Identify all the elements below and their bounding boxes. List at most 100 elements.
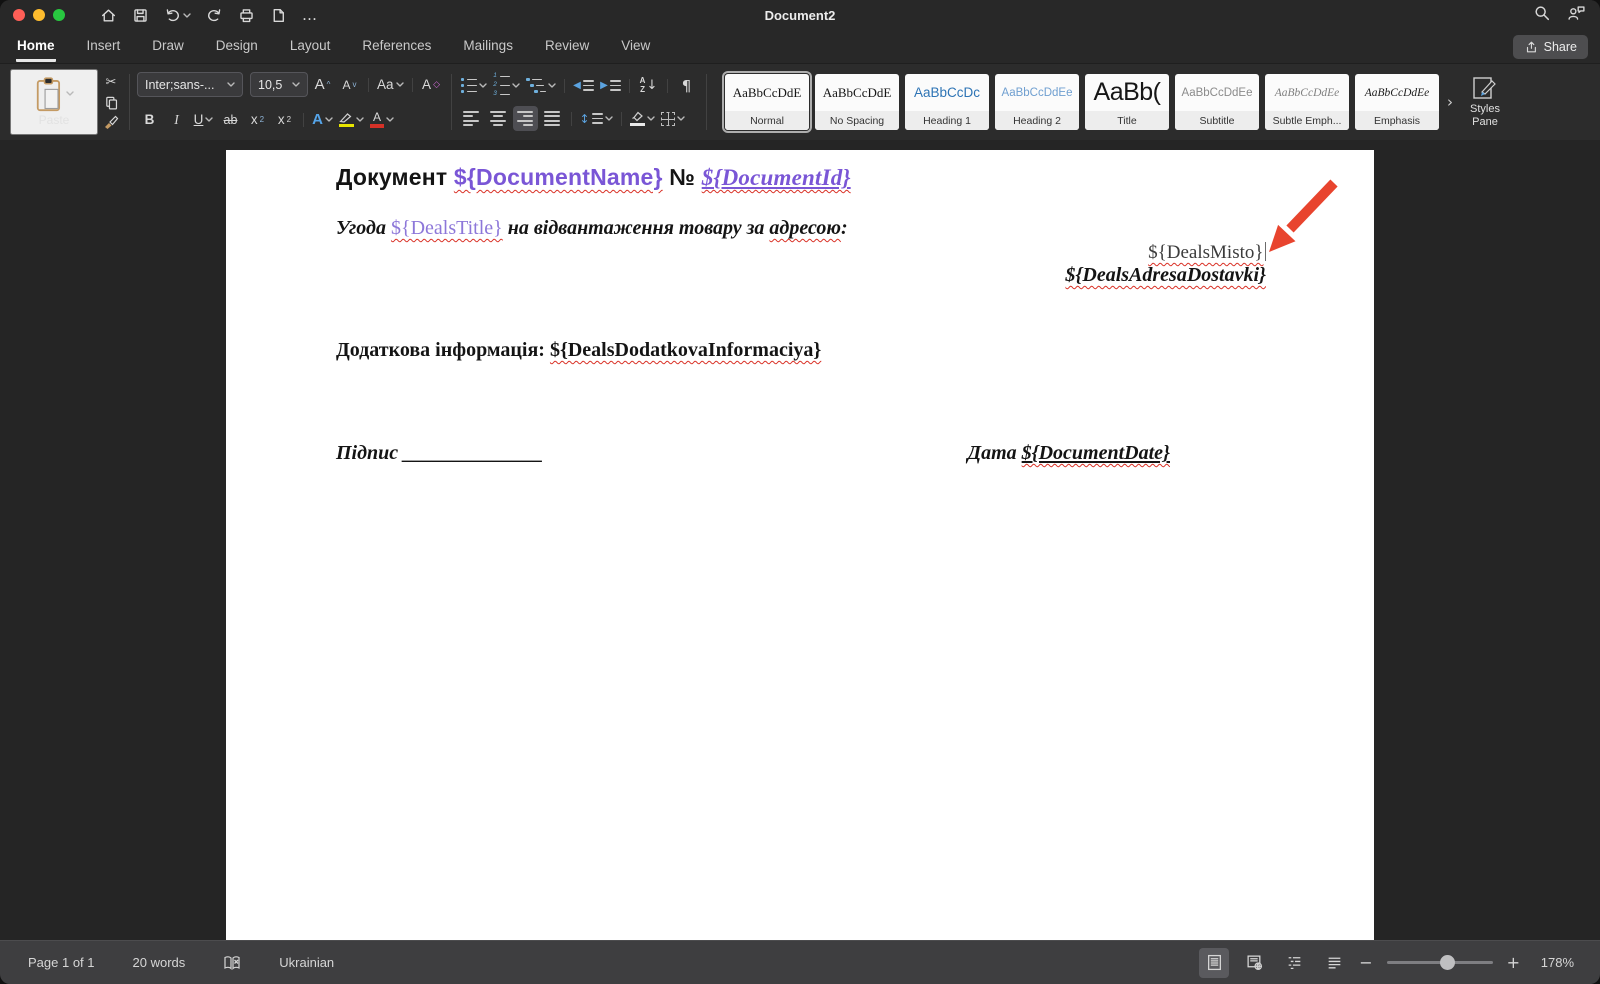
sort-button[interactable]: A Z ↓	[636, 73, 661, 98]
copy-button[interactable]	[100, 92, 122, 112]
search-icon[interactable]	[1533, 4, 1551, 27]
zoom-slider[interactable]	[1386, 954, 1493, 970]
style-title[interactable]: AaBb( Title	[1085, 74, 1170, 130]
italic-button[interactable]: I	[164, 107, 189, 132]
misspelled-word: адресою	[769, 217, 841, 239]
grow-font-button[interactable]: A ^	[310, 72, 335, 97]
tab-mailings[interactable]: Mailings	[462, 31, 514, 62]
align-right-button[interactable]	[512, 106, 538, 131]
decrease-indent-button[interactable]: ◀	[571, 73, 596, 98]
style-subtitle[interactable]: AaBbCcDdEe Subtitle	[1175, 74, 1260, 130]
justify-button[interactable]	[540, 106, 565, 131]
tab-view[interactable]: View	[620, 31, 651, 62]
paste-button[interactable]: Paste	[10, 69, 98, 135]
bullets-chevron-icon	[478, 83, 487, 88]
subscript-button[interactable]: x2	[245, 107, 270, 132]
sort-icon: A Z ↓	[639, 76, 658, 94]
style-heading-1[interactable]: AaBbCcDc Heading 1	[905, 74, 990, 130]
line-spacing-icon: ↕	[580, 112, 603, 126]
language-status[interactable]: Ukrainian	[279, 955, 334, 970]
page-count-status[interactable]: Page 1 of 1	[28, 955, 95, 970]
superscript-button[interactable]: x2	[272, 107, 297, 132]
increase-indent-button[interactable]: ▶	[598, 73, 623, 98]
multilevel-list-button[interactable]	[524, 73, 558, 98]
heading-numero: №	[662, 164, 702, 190]
numbering-icon: 1 2 3	[493, 73, 511, 98]
tab-references[interactable]: References	[361, 31, 432, 62]
tab-layout[interactable]: Layout	[289, 31, 332, 62]
tab-insert[interactable]: Insert	[86, 31, 122, 62]
shading-chevron-icon	[646, 116, 655, 121]
doc-misto-line[interactable]: ${DealsMisto}	[336, 242, 1266, 264]
placeholder-document-id: ${DocumentId}	[701, 165, 851, 190]
underline-chevron-icon	[205, 117, 214, 122]
tab-review[interactable]: Review	[544, 31, 590, 62]
zoom-out-button[interactable]: −	[1359, 953, 1372, 972]
share-icon	[1526, 41, 1536, 53]
cut-button[interactable]: ✂	[100, 72, 122, 92]
print-layout-icon	[1207, 954, 1221, 971]
align-center-button[interactable]	[486, 106, 511, 131]
line-spacing-button[interactable]: ↕	[578, 106, 615, 131]
show-paragraph-marks-button[interactable]: ¶	[674, 73, 699, 98]
font-name-value: Inter;sans-...	[145, 77, 215, 92]
statusbar: Page 1 of 1 20 words Ukrainian − + 178%	[0, 940, 1600, 984]
strikethrough-button[interactable]: ab	[218, 107, 243, 132]
zoom-level[interactable]: 178%	[1530, 955, 1574, 970]
paste-options-chevron-icon	[65, 91, 74, 96]
underline-button[interactable]: U	[191, 107, 216, 132]
text-effects-button[interactable]: A	[310, 107, 335, 132]
tab-design[interactable]: Design	[215, 31, 259, 62]
style-subtle-emphasis[interactable]: AaBbCcDdEe Subtle Emph...	[1265, 74, 1350, 130]
paste-clipboard-icon	[36, 77, 60, 112]
document-page[interactable]: Документ ${DocumentName} № ${DocumentId}…	[226, 150, 1374, 940]
outline-view-button[interactable]	[1279, 948, 1309, 978]
change-case-button[interactable]: Aa	[375, 72, 406, 97]
zoom-slider-thumb[interactable]	[1439, 954, 1455, 970]
tab-draw[interactable]: Draw	[151, 31, 185, 62]
change-case-chevron-icon	[395, 82, 404, 87]
placeholder-document-name: ${DocumentName}	[453, 164, 663, 190]
style-heading-2[interactable]: AaBbCcDdEe Heading 2	[995, 74, 1080, 130]
outline-view-icon	[1288, 957, 1301, 969]
font-name-combobox[interactable]: Inter;sans-...	[137, 72, 243, 97]
shrink-font-button[interactable]: Av	[337, 72, 362, 97]
zoom-in-button[interactable]: +	[1507, 953, 1520, 972]
placeholder-deals-misto: ${DealsMisto}	[1148, 242, 1264, 263]
style-emphasis[interactable]: AaBbCcDdEe Emphasis	[1355, 74, 1440, 130]
tab-home[interactable]: Home	[16, 31, 56, 62]
align-left-button[interactable]	[459, 106, 484, 131]
word-count-status[interactable]: 20 words	[133, 955, 186, 970]
style-no-spacing[interactable]: AaBbCcDdE No Spacing	[815, 74, 900, 130]
line-spacing-chevron-icon	[604, 116, 613, 121]
shading-button[interactable]	[628, 106, 657, 131]
doc-dodatkova-line[interactable]: Додаткова інформація: ${DealsDodatkovaIn…	[336, 339, 1266, 362]
doc-signature-line[interactable]: Підпис ______________ Дата ${DocumentDat…	[336, 442, 1266, 465]
signature-right: Дата ${DocumentDate}	[967, 442, 1170, 464]
clear-formatting-button[interactable]: A ◇	[419, 72, 444, 97]
format-painter-button[interactable]	[100, 112, 122, 132]
multilevel-list-icon	[526, 77, 547, 94]
heading-text: Документ	[336, 164, 454, 190]
borders-button[interactable]	[659, 106, 687, 131]
contacts-feedback-icon[interactable]	[1567, 4, 1586, 27]
print-layout-view-button[interactable]	[1199, 947, 1230, 978]
decrease-indent-icon: ◀	[573, 80, 594, 91]
bullets-button[interactable]	[459, 73, 489, 98]
share-button[interactable]: Share	[1512, 35, 1588, 59]
font-color-button[interactable]: A	[368, 107, 396, 132]
doc-ugoda-line[interactable]: Угода ${DealsTitle} на відвантаження тов…	[336, 217, 1266, 240]
doc-heading-line[interactable]: Документ ${DocumentName} № ${DocumentId}	[336, 164, 1266, 191]
font-size-combobox[interactable]: 10,5	[250, 72, 308, 97]
doc-adresa-line[interactable]: ${DealsAdresaDostavki}	[336, 264, 1266, 287]
numbering-button[interactable]: 1 2 3	[491, 73, 523, 98]
web-layout-view-button[interactable]	[1239, 948, 1269, 978]
draft-view-button[interactable]	[1319, 948, 1349, 978]
styles-pane-button[interactable]: Styles Pane	[1459, 69, 1511, 135]
bold-button[interactable]: B	[137, 107, 162, 132]
ribbon-tabs: Home Insert Draw Design Layout Reference…	[0, 30, 1600, 64]
style-normal[interactable]: AaBbCcDdE Normal	[725, 74, 810, 130]
highlight-button[interactable]	[337, 107, 366, 132]
spellcheck-status-button[interactable]	[223, 955, 241, 971]
more-styles-button[interactable]: ›	[1445, 93, 1455, 111]
